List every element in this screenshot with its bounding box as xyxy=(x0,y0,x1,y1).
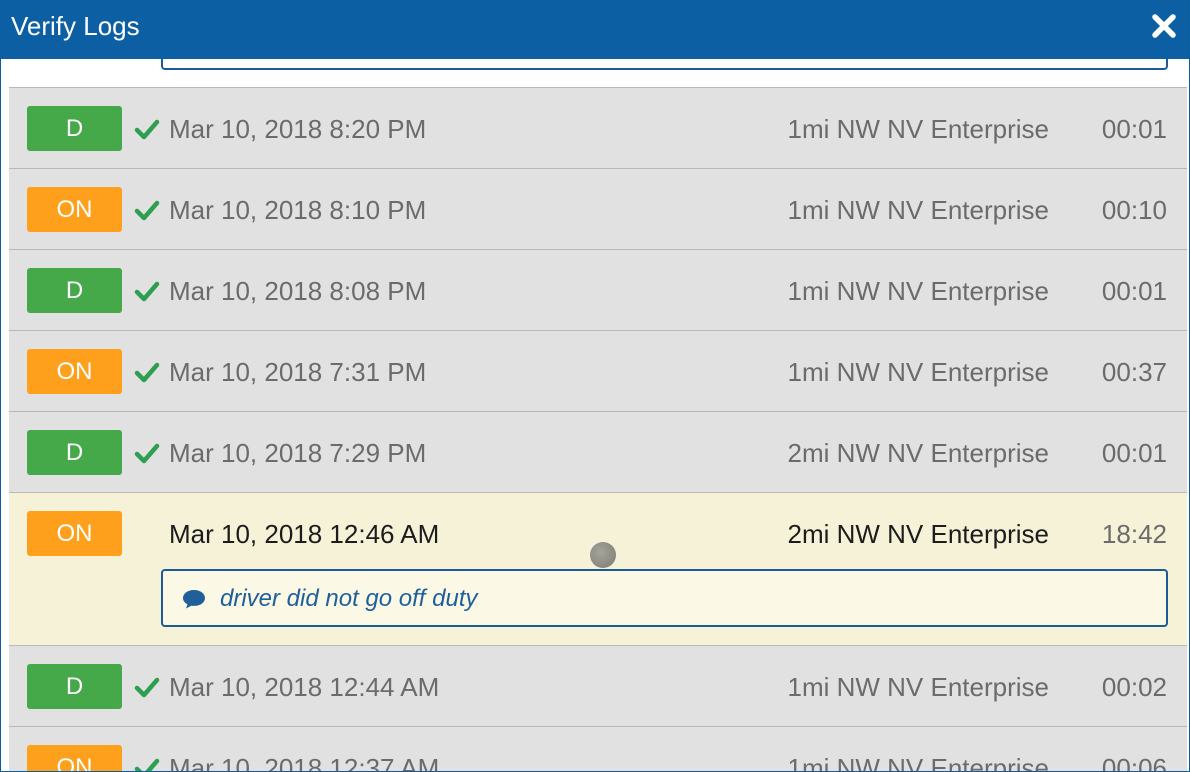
log-datetime: Mar 10, 2018 7:29 PM xyxy=(169,438,427,468)
log-location: 1mi NW NV Enterprise xyxy=(787,195,1050,225)
status-badge: ON xyxy=(27,511,122,556)
log-row[interactable]: D Mar 10, 2018 8:08 PM 1mi NW NV Enterpr… xyxy=(9,249,1187,330)
status-badge: D xyxy=(27,430,122,475)
log-datetime: Mar 10, 2018 8:20 PM xyxy=(169,114,427,144)
log-duration: 00:01 xyxy=(1101,276,1167,306)
log-duration: 00:01 xyxy=(1101,438,1167,468)
check-icon xyxy=(134,360,160,384)
comment-icon xyxy=(181,588,207,610)
log-row[interactable]: D Mar 10, 2018 12:44 AM 1mi NW NV Enterp… xyxy=(9,645,1187,726)
status-badge: ON xyxy=(27,349,122,394)
check-icon xyxy=(134,117,160,141)
log-row-selected[interactable]: ON Mar 10, 2018 12:46 AM 2mi NW NV Enter… xyxy=(9,492,1187,645)
status-badge: ON xyxy=(27,745,122,771)
check-icon xyxy=(134,756,160,771)
log-row[interactable]: D Mar 10, 2018 7:29 PM 2mi NW NV Enterpr… xyxy=(9,411,1187,492)
title-bar: Verify Logs xyxy=(1,1,1189,59)
previous-note-box xyxy=(161,59,1168,70)
close-icon[interactable] xyxy=(1149,11,1179,41)
log-datetime: Mar 10, 2018 12:44 AM xyxy=(169,672,440,702)
log-location: 2mi NW NV Enterprise xyxy=(787,438,1050,468)
log-note[interactable]: driver did not go off duty xyxy=(161,569,1168,627)
log-row[interactable]: D Mar 10, 2018 8:20 PM 1mi NW NV Enterpr… xyxy=(9,87,1187,168)
log-datetime: Mar 10, 2018 8:08 PM xyxy=(169,276,427,306)
status-badge: D xyxy=(27,268,122,313)
log-row[interactable]: ON Mar 10, 2018 12:37 AM 1mi NW NV Enter… xyxy=(9,726,1187,772)
check-icon xyxy=(134,441,160,465)
verify-logs-dialog: Verify Logs D Mar 10, 2018 8:20 PM 1mi N… xyxy=(0,0,1190,772)
log-row[interactable]: ON Mar 10, 2018 7:31 PM 1mi NW NV Enterp… xyxy=(9,330,1187,411)
note-text: driver did not go off duty xyxy=(220,585,478,612)
log-datetime: Mar 10, 2018 12:46 AM xyxy=(169,519,440,549)
log-datetime: Mar 10, 2018 12:37 AM xyxy=(169,753,440,772)
log-location: 1mi NW NV Enterprise xyxy=(787,357,1050,387)
log-duration: 00:01 xyxy=(1101,114,1167,144)
status-badge: D xyxy=(27,106,122,151)
mouse-cursor xyxy=(590,542,616,568)
log-location: 1mi NW NV Enterprise xyxy=(787,114,1050,144)
check-icon xyxy=(134,675,160,699)
log-duration: 00:37 xyxy=(1101,357,1167,387)
log-list[interactable]: D Mar 10, 2018 8:20 PM 1mi NW NV Enterpr… xyxy=(9,87,1187,772)
log-duration: 00:10 xyxy=(1101,195,1167,225)
log-datetime: Mar 10, 2018 7:31 PM xyxy=(169,357,427,387)
log-duration: 00:02 xyxy=(1101,672,1167,702)
status-badge: D xyxy=(27,664,122,709)
log-duration: 00:06 xyxy=(1101,753,1167,772)
check-icon xyxy=(134,198,160,222)
log-location: 1mi NW NV Enterprise xyxy=(787,672,1050,702)
log-location: 1mi NW NV Enterprise xyxy=(787,753,1050,772)
log-datetime: Mar 10, 2018 8:10 PM xyxy=(169,195,427,225)
dialog-title: Verify Logs xyxy=(11,11,140,41)
log-row[interactable]: ON Mar 10, 2018 8:10 PM 1mi NW NV Enterp… xyxy=(9,168,1187,249)
log-location: 2mi NW NV Enterprise xyxy=(787,519,1050,549)
check-icon xyxy=(134,279,160,303)
log-location: 1mi NW NV Enterprise xyxy=(787,276,1050,306)
log-duration: 18:42 xyxy=(1101,519,1167,549)
status-badge: ON xyxy=(27,187,122,232)
